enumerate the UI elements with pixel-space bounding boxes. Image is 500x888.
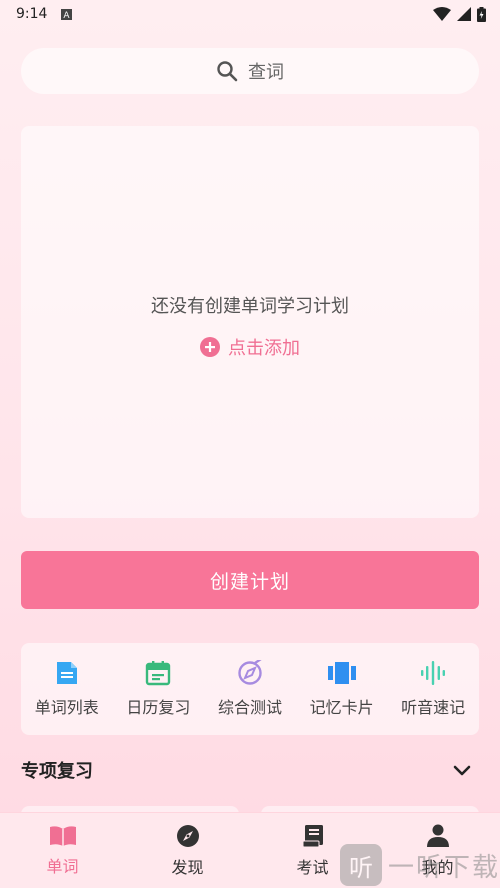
search-placeholder: 查词 [248,62,284,83]
empty-plan-text: 还没有创建单词学习计划 [151,296,349,317]
calendar-icon [146,661,171,686]
add-plan-link[interactable]: 点击添加 [21,334,479,360]
svg-text:A: A [64,11,71,20]
status-time: 9:14 [16,6,48,22]
tool-label: 综合测试 [217,698,282,717]
sound-wave-icon [421,661,446,685]
tool-label: 单词列表 [34,698,99,717]
cards-icon [327,662,356,684]
tool-label: 听音速记 [401,698,466,717]
tool-comprehensive-test[interactable]: 综合测试 [207,660,293,718]
compass-test-icon [238,660,262,685]
add-plan-label: 点击添加 [228,338,300,359]
status-bar: 9:14 A [0,0,500,28]
wifi-icon [433,7,451,21]
chevron-down-icon[interactable] [452,764,472,778]
tool-word-list[interactable]: 单词列表 [24,660,110,718]
watermark-logo: 听 [340,844,382,886]
nav-label: 发现 [171,857,204,877]
tool-memory-cards[interactable]: 记忆卡片 [299,660,385,718]
create-plan-button[interactable]: 创建计划 [21,551,479,609]
watermark: 听 一听下载 [340,843,500,887]
nav-label: 考试 [296,857,329,877]
search-icon [217,61,238,82]
document-icon [56,662,77,684]
battery-icon [477,6,486,22]
compass-icon [176,824,199,847]
create-plan-label: 创建计划 [209,570,290,593]
tool-label: 日历复习 [126,698,191,717]
tool-label: 记忆卡片 [309,698,374,717]
nav-label: 单词 [46,856,79,876]
book-icon [49,825,76,846]
plus-circle-icon [200,337,220,357]
search-input[interactable]: 查词 [21,48,479,94]
nav-tab-words[interactable]: 单词 [0,813,125,888]
section-title: 专项复习 [21,761,93,782]
nav-tab-discover[interactable]: 发现 [125,813,250,888]
watermark-text: 一听下载 [388,852,500,883]
exam-icon [302,824,323,847]
tools-card: 单词列表 日历复习 综合测试 记忆卡片 听音速记 [21,643,479,735]
tool-calendar-review[interactable]: 日历复习 [115,660,201,718]
notification-a-icon: A [61,8,73,20]
tool-listen-memorize[interactable]: 听音速记 [390,660,476,718]
signal-icon [457,7,471,21]
plan-card: 还没有创建单词学习计划 点击添加 [21,126,479,518]
